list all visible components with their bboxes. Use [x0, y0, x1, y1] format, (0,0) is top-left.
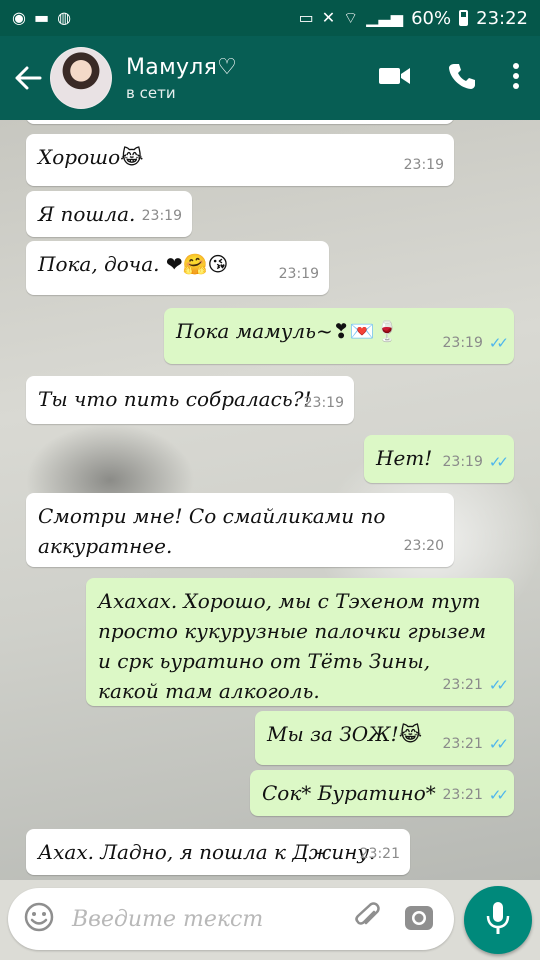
message-time: 23:19 [442, 335, 483, 351]
message-time: 23:19 [303, 395, 344, 411]
message-meta: 23:21 ✓✓ [442, 780, 510, 810]
message-bubble-in[interactable]: Я пошла. 23:19 [26, 191, 192, 237]
read-receipt-icon: ✓✓ [488, 334, 509, 352]
message-bubble-out[interactable]: Сок* Буратино* 23:21 ✓✓ [250, 770, 514, 816]
message-time: 23:19 [403, 157, 444, 173]
read-receipt-icon: ✓✓ [488, 735, 509, 753]
message-input-container[interactable]: Введите текст [8, 888, 454, 950]
message-bubble-in[interactable]: Пока, доча. ❤🤗😘 23:19 [26, 241, 329, 295]
message-bubble-out[interactable]: Ахахах. Хорошо, мы с Тэхеном тут просто … [86, 578, 514, 706]
message-bubble-in[interactable]: Смотри мне! Со смайликами по аккуратнее.… [26, 493, 454, 567]
message-time: 23:19 [278, 266, 319, 282]
message-meta: 23:19 [404, 150, 444, 180]
read-receipt-icon: ✓✓ [488, 676, 509, 694]
message-text: Хорошо [38, 145, 121, 169]
signal-icon: ▁▃▅ [366, 8, 404, 27]
camera-icon[interactable] [404, 903, 434, 935]
message-text: Ахах. Ладно, я пошла к Джину. [38, 840, 376, 864]
quoted-message-edge [26, 120, 454, 124]
clock: 23:22 [476, 7, 528, 29]
video-call-icon[interactable] [378, 65, 412, 91]
message-bubble-out[interactable]: Нет! 23:19 ✓✓ [364, 435, 514, 483]
app-notification-icon: ◉ [12, 8, 26, 27]
message-text: Мы за ЗОЖ! [267, 722, 399, 746]
message-bubble-out[interactable]: Пока мамуль~❣💌🍷 23:19 ✓✓ [164, 308, 514, 364]
message-time: 23:20 [403, 538, 444, 554]
message-bubble-out[interactable]: Мы за ЗОЖ!😹 23:21 ✓✓ [255, 711, 514, 765]
message-text: Пока, доча. [38, 252, 160, 276]
chat-area[interactable]: Хорошо😹 23:19 Я пошла. 23:19 Пока, доча.… [0, 120, 540, 880]
system-icons: ▭ ✕ ⌔ ▁▃▅ 60% 23:22 [299, 8, 528, 29]
read-receipt-icon: ✓✓ [488, 786, 509, 804]
message-emoji: 😹 [398, 722, 423, 746]
voice-message-button[interactable] [464, 886, 532, 954]
message-meta: 23:21 ✓✓ [442, 670, 510, 700]
header-actions [378, 62, 520, 94]
avatar[interactable] [50, 47, 112, 109]
wifi-icon: ⌔ [343, 8, 359, 27]
cast-icon: ▭ [298, 8, 314, 27]
contact-status: в сети [126, 83, 176, 102]
message-emoji: ❤🤗😘 [165, 252, 229, 276]
message-text: Смотри мне! Со смайликами по аккуратнее. [38, 504, 386, 558]
message-emoji: 😹 [120, 145, 144, 169]
message-meta: 23:21 ✓✓ [442, 729, 510, 759]
message-meta: 23:19 ✓✓ [442, 328, 510, 358]
message-meta: 23:21 [360, 839, 400, 869]
phone-call-icon[interactable] [448, 62, 476, 94]
message-bubble-in[interactable]: Ахах. Ладно, я пошла к Джину. 23:21 [26, 829, 410, 875]
back-arrow-icon[interactable] [8, 66, 48, 90]
message-time: 23:21 [359, 846, 400, 862]
message-meta: 23:19 [279, 259, 319, 289]
mute-icon: ✕ [321, 8, 336, 27]
status-bar: ◉ ▬ ◍ ▭ ✕ ⌔ ▁▃▅ 60% 23:22 [0, 0, 540, 36]
read-receipt-icon: ✓✓ [488, 453, 509, 471]
message-text: Ахахах. Хорошо, мы с Тэхеном тут просто … [98, 589, 487, 703]
message-notification-icon: ▬ [33, 8, 50, 27]
message-time: 23:21 [442, 677, 483, 693]
battery-percent: 60% [411, 7, 452, 29]
attach-paperclip-icon[interactable] [354, 902, 382, 936]
message-text: Пока мамуль~ [176, 319, 333, 343]
message-time: 23:19 [442, 454, 483, 470]
composer-bar: Введите текст [0, 880, 540, 960]
message-time: 23:19 [141, 208, 182, 224]
more-options-icon[interactable] [512, 63, 520, 93]
microphone-icon [486, 901, 510, 939]
chat-header: Мамуля♡ в сети [0, 36, 540, 120]
message-meta: 23:19 [304, 388, 344, 418]
message-time: 23:21 [442, 736, 483, 752]
message-emoji: ❣💌🍷 [332, 319, 400, 343]
notification-icons: ◉ ▬ ◍ [12, 10, 71, 26]
message-text: Ты что пить собралась?! [38, 387, 312, 411]
chat-notification-icon: ◍ [57, 8, 72, 27]
message-bubble-in[interactable]: Хорошо😹 23:19 [26, 134, 454, 186]
message-bubble-in[interactable]: Ты что пить собралась?! 23:19 [26, 376, 354, 424]
message-meta: 23:20 [404, 531, 444, 561]
message-input[interactable]: Введите текст [72, 907, 354, 932]
message-time: 23:21 [442, 787, 483, 803]
contact-name: Мамуля♡ [126, 54, 238, 80]
message-text: Сок* Буратино* [262, 781, 436, 805]
emoji-icon[interactable] [24, 902, 54, 936]
message-text: Нет! [376, 446, 433, 470]
message-text: Я пошла. [38, 202, 136, 226]
message-meta: 23:19 [142, 201, 182, 231]
contact-info[interactable]: Мамуля♡ в сети [126, 55, 237, 102]
message-meta: 23:19 ✓✓ [442, 447, 510, 477]
battery-icon [459, 10, 469, 26]
